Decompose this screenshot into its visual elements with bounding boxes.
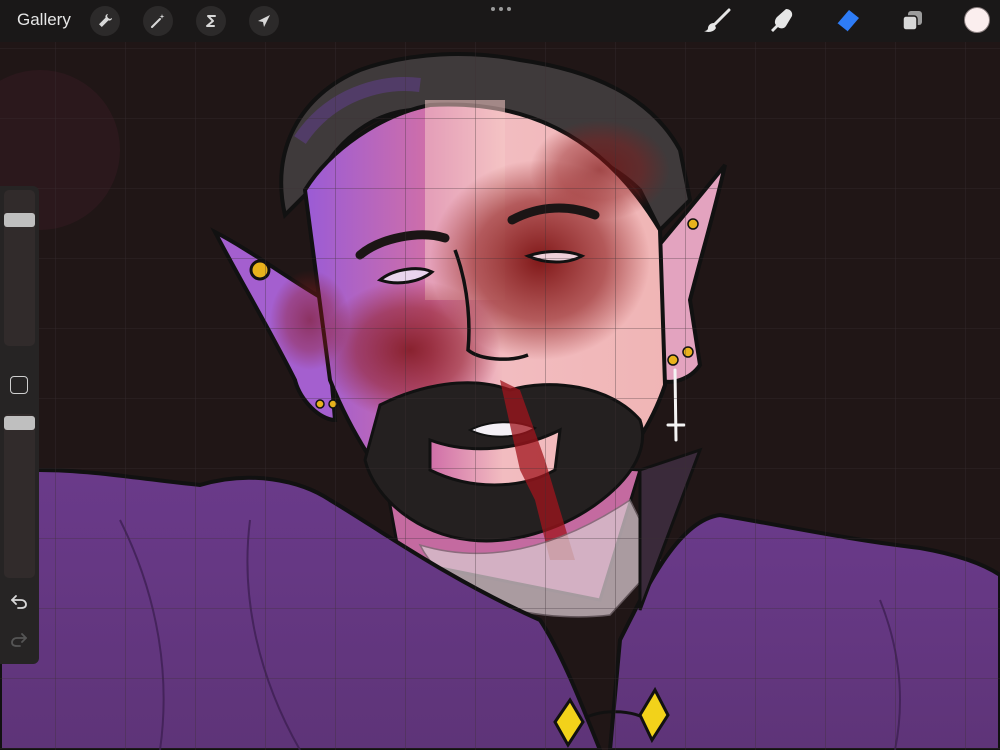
wrench-icon	[99, 14, 112, 27]
left-sidebar	[0, 186, 39, 664]
smudge-finger-icon	[771, 9, 793, 32]
drawing-canvas[interactable]	[0, 0, 1000, 750]
eraser-icon	[836, 10, 859, 33]
magic-wand-icon	[151, 14, 165, 28]
brush-icon	[704, 8, 731, 32]
brush-tool[interactable]	[701, 6, 733, 36]
more-options-button[interactable]	[488, 3, 514, 15]
layers-button[interactable]	[896, 6, 928, 36]
selection-s-icon	[206, 15, 216, 27]
arrow-cursor-icon	[258, 15, 270, 27]
brush-size-slider[interactable]	[4, 190, 35, 346]
more-dots-icon	[491, 7, 495, 11]
layers-icon	[902, 11, 922, 31]
color-swatch[interactable]	[964, 7, 990, 33]
transform-button[interactable]	[249, 6, 279, 36]
gallery-button[interactable]: Gallery	[17, 10, 71, 30]
selection-button[interactable]	[196, 6, 226, 36]
smudge-tool[interactable]	[766, 6, 798, 36]
adjustments-button[interactable]	[143, 6, 173, 36]
undo-icon	[11, 595, 27, 609]
actions-button[interactable]	[90, 6, 120, 36]
drawing-grid	[0, 0, 1000, 750]
top-toolbar: Gallery	[0, 0, 1000, 42]
redo-button[interactable]	[8, 629, 30, 651]
undo-button[interactable]	[8, 591, 30, 613]
artwork	[0, 0, 1000, 750]
opacity-slider[interactable]	[4, 414, 35, 578]
brush-size-handle[interactable]	[4, 212, 35, 227]
opacity-handle[interactable]	[4, 416, 35, 430]
modify-button[interactable]	[10, 376, 28, 394]
redo-icon	[11, 633, 27, 647]
eraser-tool[interactable]	[831, 6, 863, 36]
